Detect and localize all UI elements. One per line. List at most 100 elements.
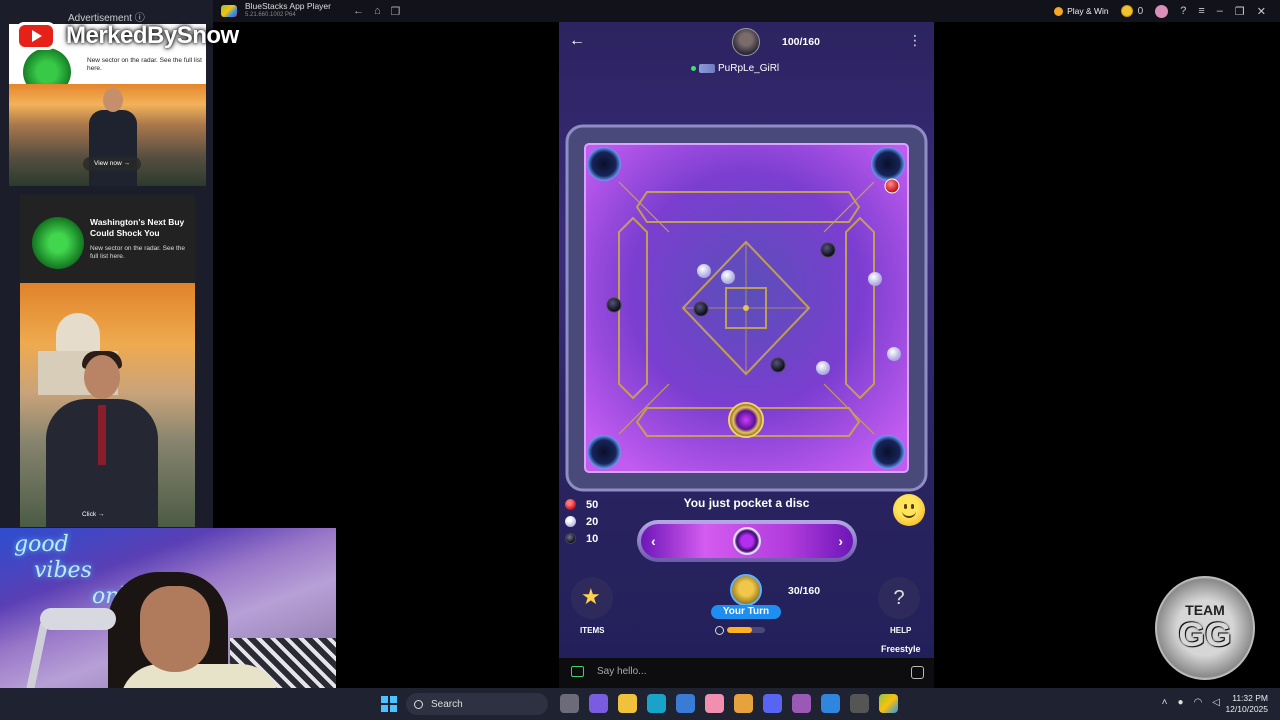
teams-icon[interactable] [589,694,608,713]
play-win-label: Play & Win [1067,6,1109,16]
logo-line2: GG [1178,616,1232,654]
game-message: You just pocket a disc [683,496,810,510]
team-gg-logo: TEAM GG [1155,576,1255,680]
bluestacks-logo-icon [221,5,237,17]
striker [728,402,764,438]
ad2-headline: Washington's Next Buy Could Shock You [90,217,185,238]
edge-icon[interactable] [647,694,666,713]
help-circle-icon[interactable]: ? [1180,5,1186,17]
timer-icon [715,626,724,635]
discord-icon[interactable] [763,694,782,713]
slider-knob[interactable] [733,527,761,555]
profile-avatar-icon[interactable] [1155,4,1169,18]
help-button[interactable]: ? [878,577,920,619]
ad2-person-image [42,351,162,527]
screen: Advertisement ⓘ New sector on the radar.… [0,0,1280,720]
home-icon[interactable]: ⌂ [374,5,381,18]
store-icon[interactable] [676,694,695,713]
close-icon[interactable]: ✕ [1257,5,1266,18]
white-coin [721,270,735,284]
window-title-text: BlueStacks App Player [245,1,331,11]
opponent-score: 100/160 [782,36,820,48]
microphone-icon[interactable]: ● [1178,697,1184,708]
striker-slider[interactable]: ‹ › [637,520,857,562]
back-arrow-icon[interactable]: ← [569,32,585,50]
taskbar-apps [560,694,898,713]
pocket-bottom-left [587,435,621,469]
restore-icon[interactable]: ❐ [1235,5,1245,18]
bluestacks-titlebar: BlueStacks App Player 5.21.660.1002 P64 … [213,0,1280,22]
ad-banner-2[interactable]: Washington's Next Buy Could Shock You Ne… [20,195,195,527]
obs-icon[interactable] [850,694,869,713]
online-status-icon [691,66,696,71]
volume-icon[interactable]: ◁ [1212,697,1220,708]
chevron-left-icon: ‹ [651,533,656,549]
taskbar-search[interactable]: Search [406,693,548,715]
search-label: Search [431,698,463,710]
ad1-text: New sector on the radar. See the full li… [87,57,202,72]
pocket-top-left [587,147,621,181]
play-win-button[interactable]: Play & Win [1054,6,1109,16]
chevron-up-icon[interactable]: ˄ [1162,697,1168,708]
recent-apps-icon[interactable]: ❐ [391,5,401,18]
chevron-right-icon: › [838,533,843,549]
player-score: 30/160 [788,585,821,597]
windows-start-icon[interactable] [381,696,397,712]
sticker-icon[interactable] [911,666,924,679]
white-coin [868,272,882,286]
search-icon [414,699,423,709]
chat-bar[interactable]: Say hello... [559,658,934,688]
black-coin [693,301,709,317]
white-coin [816,361,830,375]
ad1-person-image [87,86,139,186]
turn-timer-fill [727,627,752,633]
player-badge-icon [699,64,715,73]
task-view-icon[interactable] [560,694,579,713]
items-button[interactable]: ★ [571,577,613,619]
photos-icon[interactable] [821,694,840,713]
counter-white: 20 [565,513,598,530]
black-coin [606,297,622,313]
neon-sign-line1: good [14,532,69,557]
game-mode-label: Freestyle [881,644,921,654]
white-coin [697,264,711,278]
counter-black: 10 [565,530,598,547]
windows-taskbar: Search ˄ ● ◠ ◁ 11:32 PM 12/10/2025 [0,688,1280,720]
black-coin-icon [565,533,576,544]
minimize-icon[interactable]: – [1217,5,1223,17]
player-avatar [730,574,762,606]
menu-icon[interactable]: ≡ [1198,5,1204,17]
coin-count: 0 [1137,5,1144,17]
pocket-top-right [871,147,905,181]
system-tray: ˄ ● ◠ ◁ [1162,697,1220,708]
white-coin [887,347,901,361]
ad2-text: New sector on the radar. See the full li… [90,245,186,260]
titlebar-controls: Play & Win 0 ? ≡ – ❐ ✕ [1054,4,1266,18]
channel-name: MerkedBySnow [66,22,239,49]
game-screen: ← ⋮ 100/160 PuRpLe_GiRl 50 20 10 You jus… [559,22,934,658]
file-explorer-icon[interactable] [618,694,637,713]
streamer-face [140,586,210,672]
globe-icon [32,217,84,269]
chat-input[interactable]: Say hello... [597,666,646,677]
white-coin-icon [565,516,576,527]
back-arrow-icon[interactable]: ← [353,5,364,18]
more-options-icon[interactable]: ⋮ [908,32,922,49]
microphone [40,608,116,630]
carrom-board[interactable] [559,122,934,494]
youtube-icon [16,22,56,50]
view-now-button[interactable]: View now → [83,157,141,171]
emoji-button[interactable] [893,494,925,526]
black-coin [770,357,786,373]
bluestacks-icon[interactable] [879,694,898,713]
app-icon[interactable] [705,694,724,713]
wifi-icon[interactable]: ◠ [1194,697,1203,708]
youtube-overlay: MerkedBySnow [16,22,239,50]
app-icon[interactable] [792,694,811,713]
ad2-click-button[interactable]: Click → [82,511,104,518]
copilot-icon[interactable] [734,694,753,713]
coin-icon [1120,5,1133,17]
taskbar-clock[interactable]: 11:32 PM 12/10/2025 [1222,693,1268,715]
clock-date: 12/10/2025 [1225,704,1268,714]
red-queen-coin [884,178,900,194]
